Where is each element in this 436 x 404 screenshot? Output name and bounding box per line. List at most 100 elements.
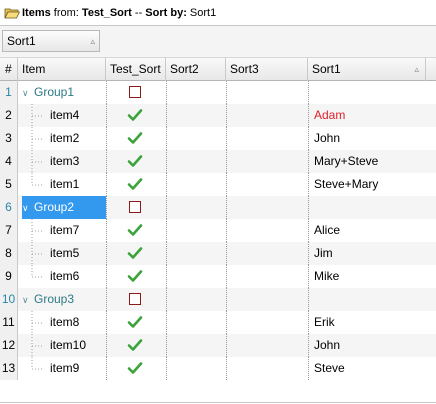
column-divider [308, 173, 309, 196]
checkmark-icon[interactable] [127, 107, 143, 123]
row-number[interactable]: 9 [0, 265, 18, 288]
sort1-value[interactable]: Steve+Mary [314, 173, 378, 196]
tree-guide-line [31, 173, 42, 186]
column-divider [166, 173, 167, 196]
checkmark-icon[interactable] [127, 245, 143, 261]
sort1-value[interactable]: Adam [314, 104, 345, 127]
row-number[interactable]: 5 [0, 173, 18, 196]
test-sort-checkbox[interactable] [129, 201, 141, 213]
column-header-sort3[interactable]: Sort3 [226, 58, 308, 81]
item-name[interactable]: item7 [50, 219, 79, 242]
sort1-value[interactable]: Mary+Steve [314, 150, 378, 173]
row-number[interactable]: 11 [0, 311, 18, 334]
column-divider [308, 265, 309, 288]
table-row[interactable]: 12 item10 John [0, 334, 436, 357]
row-number[interactable]: 10 [0, 288, 18, 311]
table-row[interactable]: 7 item7 Alice [0, 219, 436, 242]
column-divider [106, 334, 107, 357]
column-header-sort1[interactable]: Sort1 ▵ [308, 58, 426, 81]
sort1-value[interactable]: Jim [314, 242, 333, 265]
sort1-value[interactable]: John [314, 334, 340, 357]
checkmark-icon[interactable] [127, 337, 143, 353]
row-number[interactable]: 3 [0, 127, 18, 150]
sort1-value[interactable]: Erik [314, 311, 335, 334]
table-row[interactable]: 5 item1 Steve+Mary [0, 173, 436, 196]
column-divider [166, 104, 167, 127]
column-header-test-sort[interactable]: Test_Sort [106, 58, 166, 81]
group-label: Group2 [34, 200, 75, 214]
checkmark-icon[interactable] [127, 153, 143, 169]
column-header-item[interactable]: Item [18, 58, 106, 81]
group-name[interactable]: ∨ Group3 [22, 288, 74, 311]
group-name[interactable]: ∨ Group2 [22, 196, 106, 219]
title-sortby-value: Sort1 [186, 6, 217, 19]
row-number[interactable]: 7 [0, 219, 18, 242]
item-name[interactable]: item9 [50, 357, 79, 380]
title-source: Test_Sort [81, 6, 132, 19]
row-number[interactable]: 8 [0, 242, 18, 265]
column-divider [308, 81, 309, 104]
checkmark-icon[interactable] [127, 360, 143, 376]
item-name[interactable]: item8 [50, 311, 79, 334]
table-row[interactable]: 9 item6 Mike [0, 265, 436, 288]
table-row[interactable]: 13 item9 Steve [0, 357, 436, 380]
row-number[interactable]: 6 [0, 196, 18, 219]
checkmark-icon[interactable] [127, 222, 143, 238]
row-number[interactable]: 2 [0, 104, 18, 127]
column-divider [308, 196, 309, 219]
table-row[interactable]: 8 item5 Jim [0, 242, 436, 265]
item-name[interactable]: item1 [50, 173, 79, 196]
group-row[interactable]: 10 ∨ Group3 [0, 288, 436, 311]
chevron-down-icon[interactable]: ∨ [22, 197, 34, 220]
table-row[interactable]: 2 item4 Adam [0, 104, 436, 127]
chevron-down-icon[interactable]: ∨ [22, 289, 34, 312]
sort1-value[interactable]: Alice [314, 219, 340, 242]
group-row[interactable]: 1 ∨ Group1 [0, 81, 436, 104]
item-name[interactable]: item4 [50, 104, 79, 127]
tree-guide-line [31, 150, 42, 173]
group-by-chip-sort1[interactable]: Sort1 ▵ [2, 30, 100, 52]
sort1-value[interactable]: Steve [314, 357, 345, 380]
column-divider [226, 265, 227, 288]
checkmark-icon[interactable] [127, 314, 143, 330]
sort1-value[interactable]: Mike [314, 265, 339, 288]
table-row[interactable]: 4 item3 Mary+Steve [0, 150, 436, 173]
test-sort-checkbox[interactable] [129, 293, 141, 305]
group-by-chip-label: Sort1 [7, 34, 36, 48]
row-number[interactable]: 4 [0, 150, 18, 173]
table-row[interactable]: 11 item8 Erik [0, 311, 436, 334]
group-row[interactable]: 6 ∨ Group2 [0, 196, 436, 219]
row-number[interactable]: 1 [0, 81, 18, 104]
column-divider [106, 242, 107, 265]
checkmark-icon[interactable] [127, 130, 143, 146]
row-number[interactable]: 13 [0, 357, 18, 380]
item-name[interactable]: item5 [50, 242, 79, 265]
chevron-down-icon[interactable]: ∨ [22, 82, 34, 105]
column-divider [308, 127, 309, 150]
column-divider [106, 173, 107, 196]
group-name[interactable]: ∨ Group1 [22, 81, 74, 104]
checkmark-icon[interactable] [127, 268, 143, 284]
column-divider [106, 104, 107, 127]
checkmark-icon[interactable] [127, 176, 143, 192]
test-sort-checkbox[interactable] [129, 86, 141, 98]
column-divider [106, 219, 107, 242]
table-row[interactable]: 3 item2 John [0, 127, 436, 150]
tree-guide-line [31, 219, 42, 242]
column-divider [226, 150, 227, 173]
sort-ascending-icon: ▵ [414, 64, 419, 74]
item-name[interactable]: item6 [50, 265, 79, 288]
tree-guide-line [31, 334, 42, 357]
sort1-value[interactable]: John [314, 127, 340, 150]
column-divider [166, 242, 167, 265]
item-name[interactable]: item3 [50, 150, 79, 173]
row-number[interactable]: 12 [0, 334, 18, 357]
column-header-sort2[interactable]: Sort2 [166, 58, 226, 81]
item-name[interactable]: item10 [50, 334, 86, 357]
item-name[interactable]: item2 [50, 127, 79, 150]
column-header-rownum[interactable]: # [0, 58, 18, 81]
column-divider [166, 265, 167, 288]
column-divider [308, 104, 309, 127]
column-divider [226, 196, 227, 219]
column-divider [226, 219, 227, 242]
